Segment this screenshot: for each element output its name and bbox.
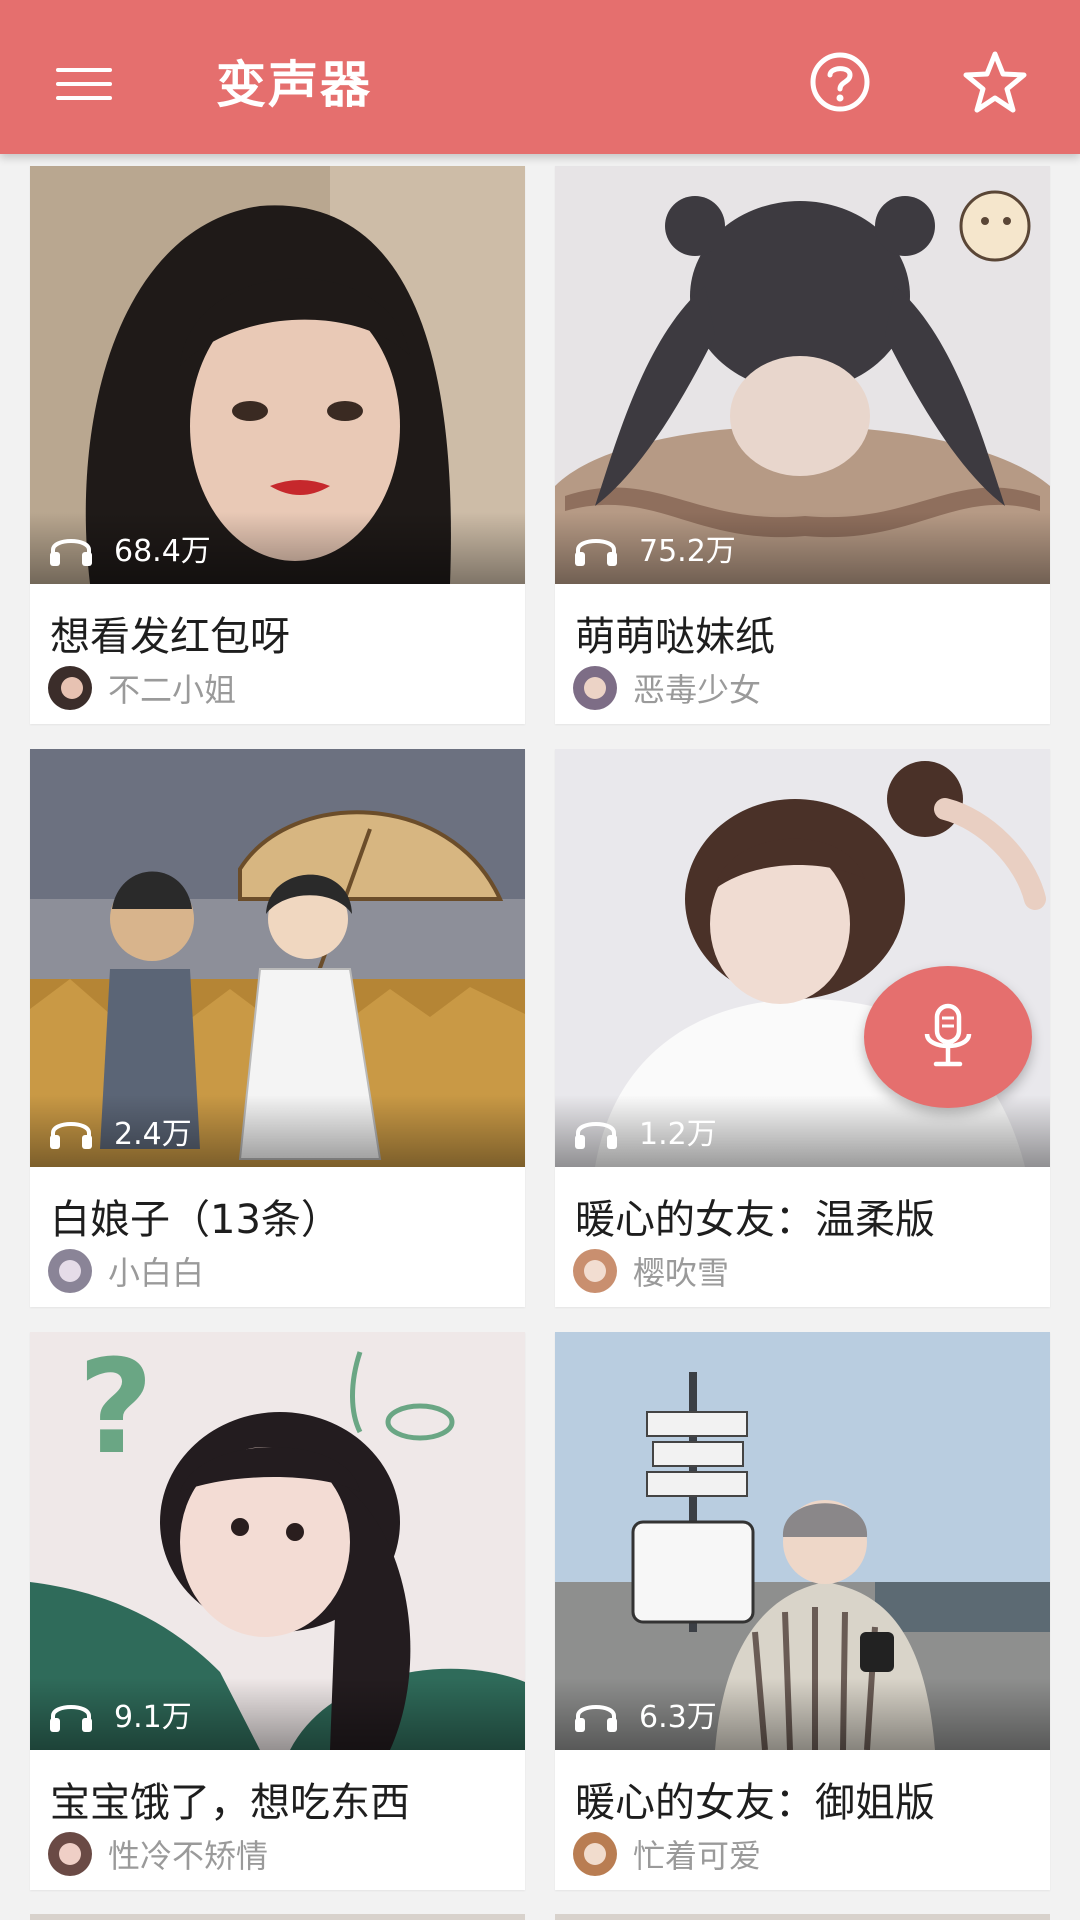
star-outline-icon (963, 51, 1027, 113)
card-author[interactable]: 不二小姐 (48, 666, 236, 710)
app-bar: 变声器 (0, 0, 1080, 154)
headphones-icon (50, 539, 92, 566)
author-name: 忙着可爱 (633, 1837, 762, 1875)
play-count-bar: 1.2万 (555, 1095, 1050, 1167)
avatar (48, 1249, 92, 1293)
svg-text:?: ? (78, 1332, 153, 1483)
next-card-edge (30, 1914, 525, 1920)
card-author[interactable]: 恶毒少女 (573, 666, 761, 710)
card-title: 想看发红包呀 (50, 614, 290, 660)
play-count: 9.1万 (114, 1700, 192, 1735)
avatar (573, 1249, 617, 1293)
voice-card[interactable]: 2.4万 白娘子（13条） 小白白 (30, 749, 525, 1307)
author-name: 性冷不矫情 (108, 1837, 269, 1875)
avatar (48, 1832, 92, 1876)
record-voice-button[interactable] (864, 966, 1032, 1108)
play-count-bar: 9.1万 (30, 1678, 525, 1750)
card-author[interactable]: 小白白 (48, 1249, 204, 1293)
avatar (573, 666, 617, 710)
card-title: 宝宝饿了，想吃东西 (50, 1780, 410, 1826)
voice-card[interactable]: 6.3万 暖心的女友：御姐版 忙着可爱 (555, 1332, 1050, 1890)
card-title: 暖心的女友：温柔版 (575, 1197, 935, 1243)
help-circle-icon (810, 52, 870, 112)
voice-card[interactable]: ? 9.1万 宝宝饿了，想吃东西 性冷不矫情 (30, 1332, 525, 1890)
card-title: 萌萌哒妹纸 (575, 614, 775, 660)
play-count: 6.3万 (639, 1700, 717, 1735)
card-title: 白娘子（13条） (50, 1197, 341, 1243)
author-name: 不二小姐 (108, 671, 237, 709)
play-count: 2.4万 (114, 1117, 192, 1152)
card-author[interactable]: 樱吹雪 (573, 1249, 729, 1293)
author-name: 恶毒少女 (633, 671, 762, 709)
play-count: 75.2万 (639, 534, 736, 569)
play-count-bar: 68.4万 (30, 512, 525, 584)
card-title: 暖心的女友：御姐版 (575, 1780, 935, 1826)
hamburger-menu-icon (56, 68, 112, 100)
voice-card[interactable]: 75.2万 萌萌哒妹纸 恶毒少女 (555, 166, 1050, 724)
play-count-bar: 75.2万 (555, 512, 1050, 584)
headphones-icon (575, 539, 617, 566)
headphones-icon (575, 1705, 617, 1732)
menu-button[interactable] (36, 42, 132, 126)
card-author[interactable]: 性冷不矫情 (48, 1832, 268, 1876)
favorite-button[interactable] (950, 40, 1040, 124)
headphones-icon (50, 1122, 92, 1149)
play-count-bar: 2.4万 (30, 1095, 525, 1167)
card-author[interactable]: 忙着可爱 (573, 1832, 761, 1876)
headphones-icon (50, 1705, 92, 1732)
avatar (48, 666, 92, 710)
app-title: 变声器 (216, 56, 372, 114)
voice-card[interactable]: 68.4万 想看发红包呀 不二小姐 (30, 166, 525, 724)
microphone-icon (924, 1003, 972, 1067)
avatar (573, 1832, 617, 1876)
play-count: 1.2万 (639, 1117, 717, 1152)
next-card-edge (555, 1914, 1050, 1920)
play-count-bar: 6.3万 (555, 1678, 1050, 1750)
author-name: 小白白 (108, 1254, 205, 1292)
headphones-icon (575, 1122, 617, 1149)
play-count: 68.4万 (114, 534, 211, 569)
help-button[interactable] (798, 40, 882, 124)
author-name: 樱吹雪 (633, 1254, 730, 1292)
